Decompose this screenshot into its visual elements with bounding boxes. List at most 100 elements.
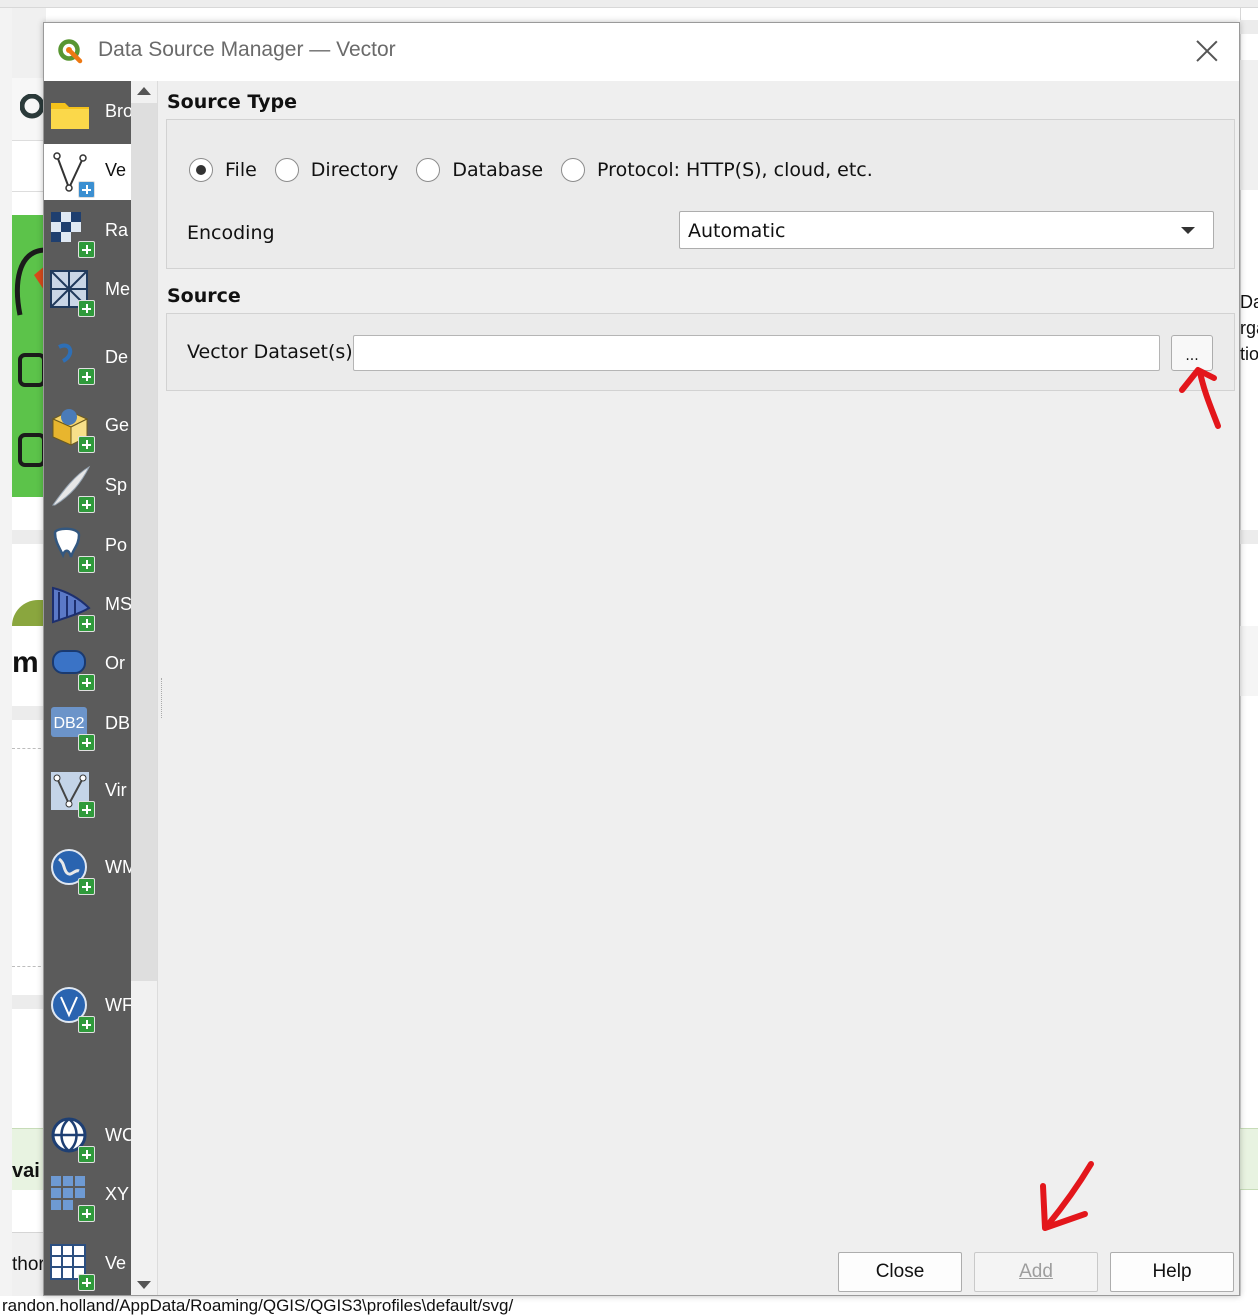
radio-unchecked-icon (274, 158, 299, 182)
background-left-edge (0, 8, 12, 1308)
add-badge-icon (78, 734, 95, 751)
encoding-dropdown[interactable]: Automatic (679, 211, 1214, 249)
background-green-panel (1240, 1128, 1258, 1190)
vector-layer-icon (49, 150, 95, 198)
sidebar-item-spatialite[interactable]: Sp (44, 459, 131, 515)
background-right-panel (1240, 626, 1258, 696)
sidebar-item-browser[interactable]: Bro (44, 85, 131, 141)
sidebar-item-label: Or (105, 653, 125, 673)
sidebar-item-label: Ra (105, 220, 129, 240)
add-badge-icon (78, 674, 95, 691)
spatialite-icon (49, 465, 95, 513)
add-badge-icon (78, 181, 95, 198)
sidebar-item-db2[interactable]: DB2 DB (44, 697, 131, 753)
source-group: Vector Dataset(s) ... (166, 313, 1235, 391)
sidebar-item-label: De (105, 347, 129, 367)
add-badge-icon (78, 436, 95, 453)
sidebar-item-label: DB (105, 713, 131, 733)
sidebar-item-raster[interactable]: Ra (44, 204, 131, 260)
provider-sidebar: Bro Ve Ra Me De Ge Sp Po MS Or DB2 DB Vi… (44, 81, 131, 1295)
sidebar-item-label: Ge (105, 415, 130, 435)
background-olive-shape (12, 600, 46, 626)
mesh-layer-icon (49, 269, 95, 317)
folder-icon (51, 103, 89, 129)
sidebar-item-oracle[interactable]: Or (44, 637, 131, 693)
background-toolbar-row (12, 8, 46, 78)
radio-label: Directory (310, 159, 399, 181)
xyz-tiles-icon (49, 1174, 95, 1222)
sidebar-item-label: WC (105, 1125, 131, 1145)
radio-directory[interactable]: Directory (274, 158, 399, 182)
postgis-icon (49, 525, 95, 573)
encoding-value: Automatic (688, 220, 786, 242)
radio-checked-icon (189, 158, 213, 182)
oracle-icon (49, 643, 95, 691)
radio-protocol[interactable]: Protocol: HTTP(S), cloud, etc. (561, 158, 873, 182)
data-source-manager-dialog: Data Source Manager — Vector Bro Ve Ra M… (43, 22, 1240, 1296)
add-badge-icon (78, 1274, 95, 1291)
sidebar-item-virtual-layer[interactable]: Vir (44, 764, 131, 820)
virtual-layer-icon (49, 770, 95, 818)
db2-icon: DB2 (49, 703, 95, 751)
sidebar-item-wcs[interactable]: WC (44, 1109, 131, 1165)
sidebar-item-label: XY (105, 1184, 130, 1204)
sidebar-item-vector-tiles[interactable]: Ve (44, 1237, 131, 1293)
scroll-down-arrow-icon[interactable] (137, 1281, 151, 1289)
scrollbar-thumb[interactable] (131, 103, 157, 981)
radio-label: File (225, 159, 257, 181)
geopackage-icon (49, 405, 95, 453)
background-author-fragment: thor (12, 1254, 45, 1275)
sidebar-item-label: WM (105, 857, 131, 877)
scroll-up-arrow-icon[interactable] (137, 87, 151, 95)
mssql-icon (49, 584, 95, 632)
add-badge-icon (78, 1146, 95, 1163)
wfs-icon (49, 985, 95, 1033)
sidebar-item-wms[interactable]: WM (44, 841, 131, 897)
sidebar-item-geopackage[interactable]: Ge (44, 399, 131, 455)
add-badge-icon (78, 878, 95, 895)
sidebar-scrollbar[interactable] (131, 81, 158, 1295)
radio-label: Database (452, 159, 544, 181)
add-badge-icon (78, 1016, 95, 1033)
help-button[interactable]: Help (1110, 1252, 1234, 1292)
background-tab-row (12, 140, 46, 192)
background-dashed-line (12, 966, 46, 967)
sidebar-item-wfs[interactable]: WF (44, 979, 131, 1035)
radio-unchecked-icon (561, 158, 586, 182)
vector-dataset-input[interactable] (353, 335, 1160, 371)
add-badge-icon (78, 496, 95, 513)
sidebar-item-label: WF (105, 995, 131, 1015)
background-separator (1240, 20, 1258, 34)
close-button[interactable]: Close (838, 1252, 962, 1292)
radio-database[interactable]: Database (416, 158, 543, 182)
db2-badge-text: DB2 (53, 715, 84, 732)
sidebar-item-mesh[interactable]: Me (44, 263, 131, 319)
source-type-group: File Directory Database Protocol: HTTP(S… (166, 119, 1235, 269)
sidebar-item-label: MS (105, 594, 131, 614)
radio-file[interactable]: File (189, 158, 257, 182)
sidebar-item-label: Ve (105, 160, 127, 180)
background-toolbar (0, 0, 1258, 8)
background-dashed-line (12, 748, 46, 749)
encoding-label: Encoding (187, 222, 275, 244)
dialog-title: Data Source Manager — Vector (98, 38, 396, 61)
title-bar[interactable]: Data Source Manager — Vector (44, 23, 1239, 81)
close-window-icon[interactable] (1193, 37, 1221, 65)
qgis-logo-icon (58, 39, 83, 64)
background-separator (12, 706, 46, 720)
browse-button[interactable]: ... (1171, 335, 1213, 371)
sidebar-item-mssql[interactable]: MS (44, 578, 131, 634)
wms-icon (49, 847, 95, 895)
background-logo-row (12, 78, 46, 140)
add-button[interactable]: Add (974, 1252, 1098, 1292)
sidebar-item-postgis[interactable]: Po (44, 519, 131, 575)
sidebar-item-vector[interactable]: Ve (44, 144, 131, 200)
raster-layer-icon (49, 210, 95, 258)
add-badge-icon (78, 615, 95, 632)
background-separator (1240, 530, 1258, 544)
splitter-handle[interactable] (161, 678, 163, 718)
sidebar-item-xyz-tiles[interactable]: XY (44, 1168, 131, 1224)
add-badge-icon (78, 556, 95, 573)
background-path-text: randon.holland/AppData/Roaming/QGIS/QGIS… (0, 1296, 1258, 1315)
sidebar-item-delimited-text[interactable]: De (44, 331, 131, 387)
